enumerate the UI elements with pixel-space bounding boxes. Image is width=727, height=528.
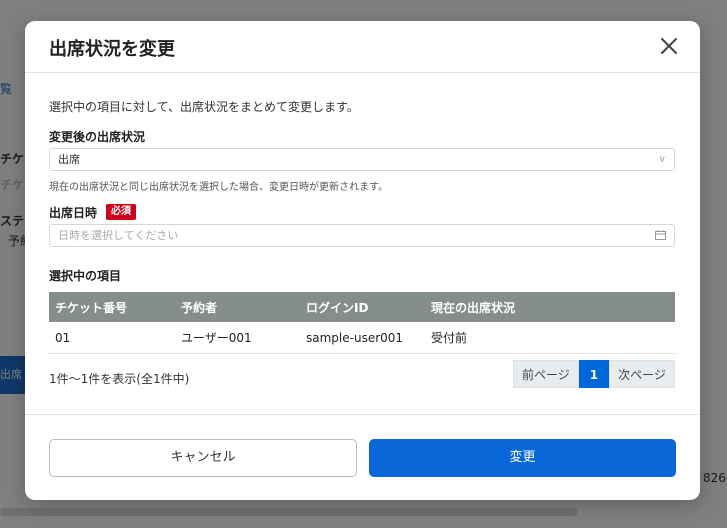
login-id-cell: sample-user001 bbox=[300, 322, 425, 354]
reserver-cell: ユーザー001 bbox=[175, 322, 300, 354]
prev-page-button[interactable]: 前ページ bbox=[513, 360, 579, 388]
close-icon[interactable] bbox=[658, 35, 680, 57]
calendar-icon[interactable] bbox=[655, 230, 666, 240]
modal-title: 出席状況を変更 bbox=[49, 39, 175, 60]
column-header: ログインID bbox=[300, 292, 425, 322]
pagination: 前ページ 1 次ページ bbox=[513, 360, 675, 388]
datetime-input[interactable]: 日時を選択してください bbox=[49, 224, 675, 247]
status-label: 変更後の出席状況 bbox=[49, 130, 146, 144]
modal-header: 出席状況を変更 bbox=[25, 21, 700, 73]
result-count: 1件～1件を表示(全1件中) bbox=[49, 372, 190, 386]
selected-items-table: チケット番号 予約者 ログインID 現在の出席状況 01 ユーザー001 sam… bbox=[49, 292, 675, 354]
status-hint: 現在の出席状況と同じ出席状況を選択した場合、変更日時が更新されます。 bbox=[49, 182, 388, 193]
selected-items-label: 選択中の項目 bbox=[49, 269, 122, 283]
column-header: 予約者 bbox=[175, 292, 300, 322]
status-select[interactable]: 出席 ∨ bbox=[49, 148, 675, 171]
current-status-cell: 受付前 bbox=[425, 322, 675, 354]
modal-description: 選択中の項目に対して、出席状況をまとめて変更します。 bbox=[49, 100, 359, 114]
submit-change-button[interactable]: 変更 bbox=[369, 439, 676, 477]
datetime-placeholder: 日時を選択してください bbox=[58, 229, 179, 242]
scrollbar-thumb[interactable] bbox=[0, 508, 578, 516]
current-page-button[interactable]: 1 bbox=[578, 360, 610, 388]
required-badge: 必須 bbox=[106, 204, 136, 220]
column-header: 現在の出席状況 bbox=[425, 292, 675, 322]
change-attendance-modal: 出席状況を変更 選択中の項目に対して、出席状況をまとめて変更します。 変更後の出… bbox=[25, 21, 700, 500]
ticket-number-cell: 01 bbox=[49, 322, 175, 354]
table-row: 01 ユーザー001 sample-user001 受付前 bbox=[49, 322, 675, 354]
status-select-value: 出席 bbox=[58, 153, 80, 166]
cancel-button[interactable]: キャンセル bbox=[49, 439, 357, 477]
column-header: チケット番号 bbox=[49, 292, 175, 322]
footer-divider bbox=[25, 414, 700, 415]
table-header-row: チケット番号 予約者 ログインID 現在の出席状況 bbox=[49, 292, 675, 322]
next-page-button[interactable]: 次ページ bbox=[609, 360, 675, 388]
chevron-down-icon: ∨ bbox=[658, 154, 666, 165]
datetime-label: 出席日時 bbox=[49, 206, 98, 220]
horizontal-scrollbar[interactable] bbox=[0, 506, 727, 516]
